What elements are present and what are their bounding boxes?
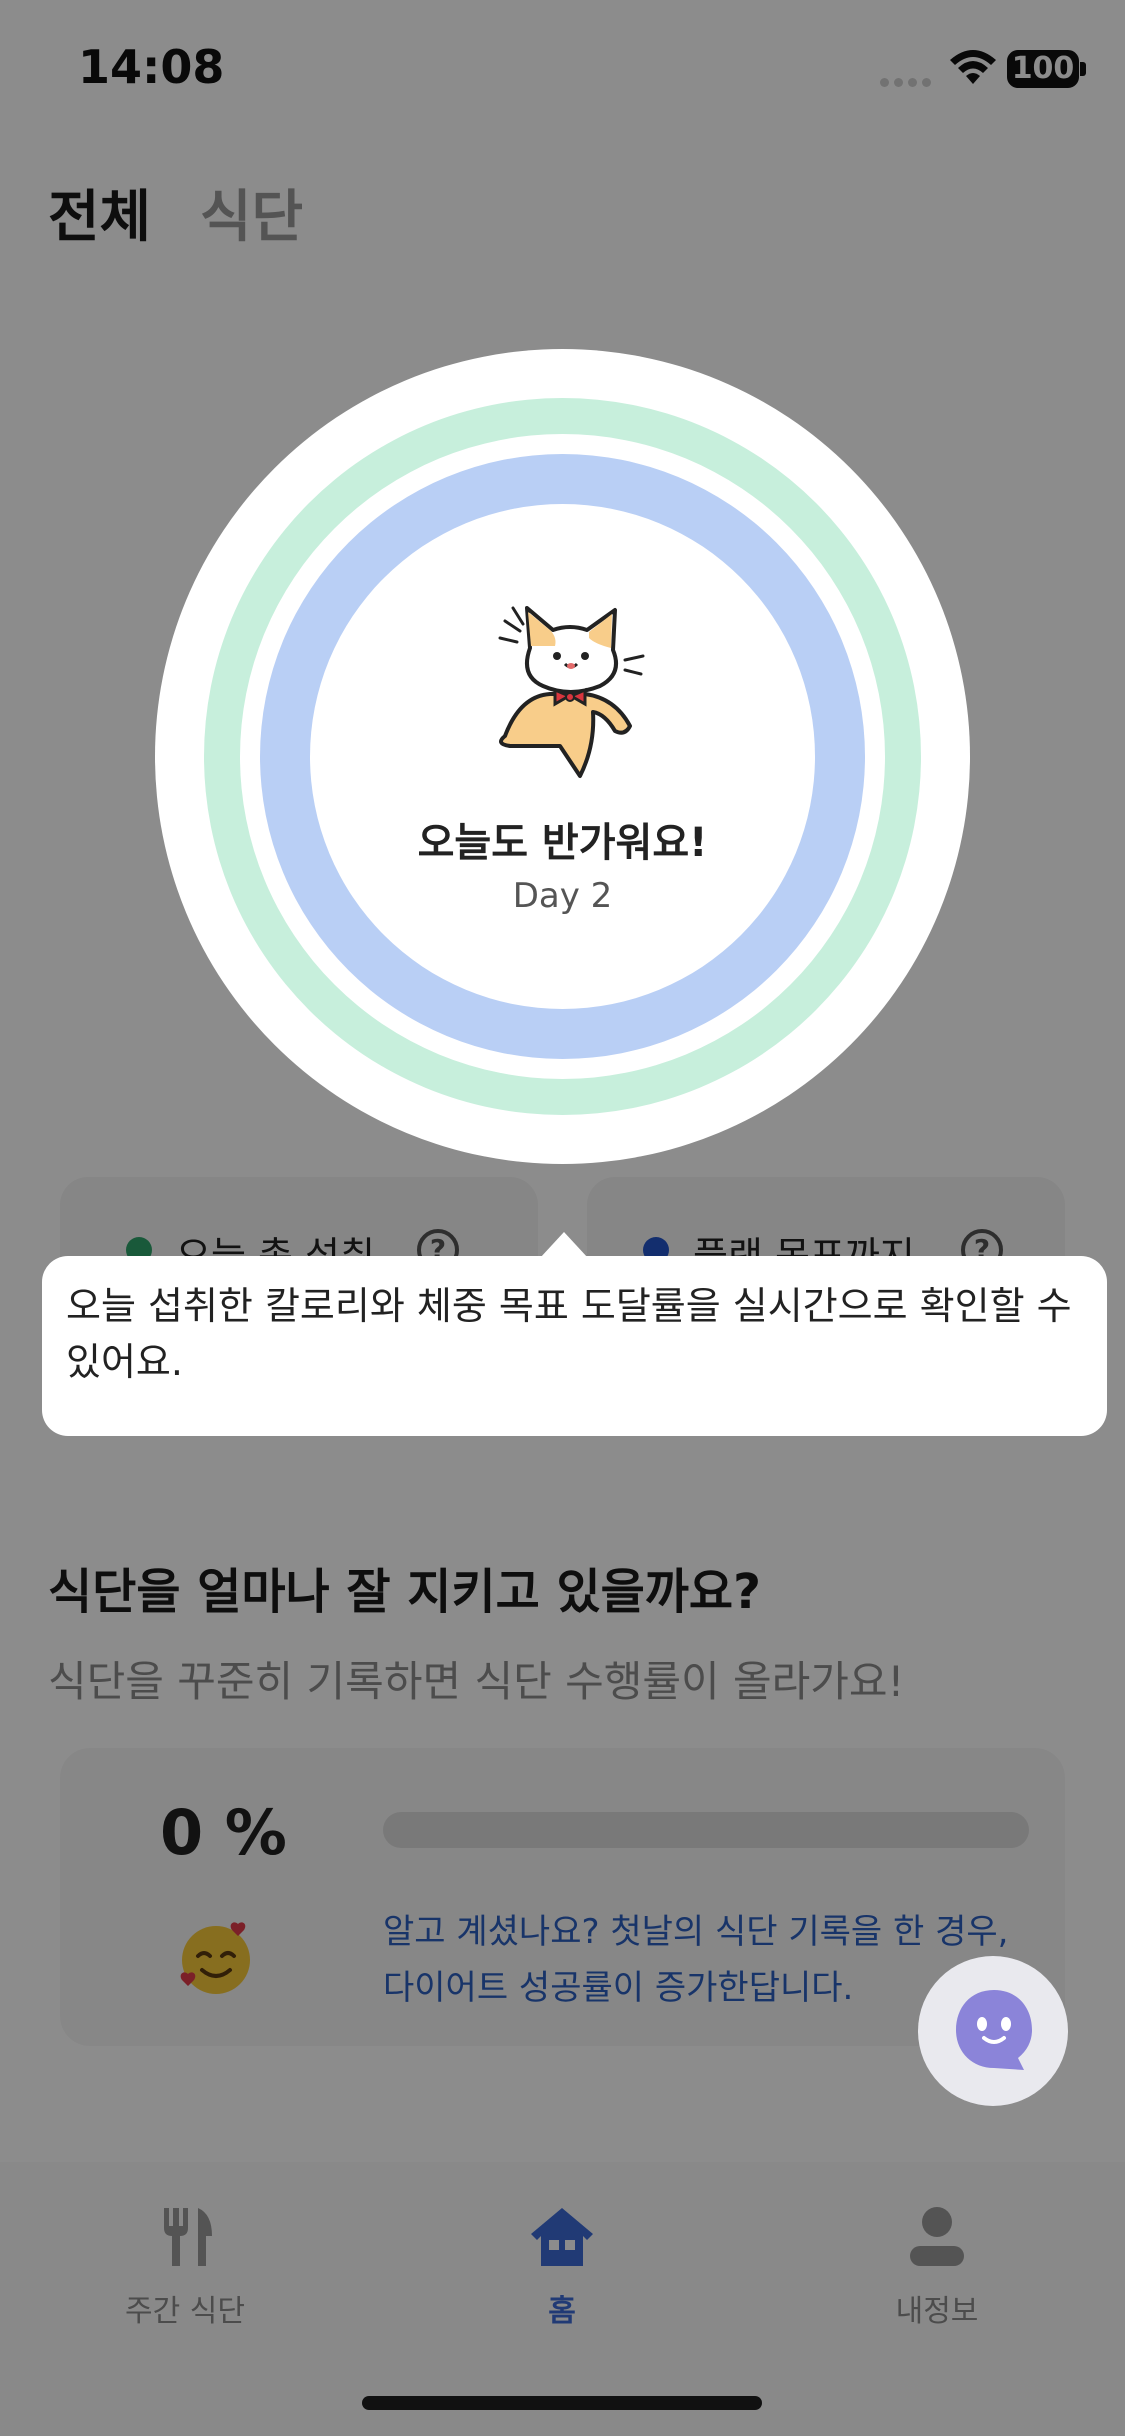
cat-mascot-icon: [498, 606, 645, 778]
tooltip-arrow: [540, 1232, 588, 1258]
greeting-text-highlight: 오늘도 반가워요!: [417, 820, 708, 866]
day-counter-highlight: Day 2: [512, 876, 613, 916]
home-indicator: [362, 2396, 762, 2410]
tooltip-text: 오늘 섭취한 칼로리와 체중 목표 도달률을 실시간으로 확인할 수 있어요.: [66, 1284, 1072, 1384]
chatbot-ghost-icon: [956, 1990, 1032, 2070]
home-screen: 14:08 100 전체 식단 오늘도 반가워요! Day 2 오늘 총: [0, 0, 1125, 2436]
